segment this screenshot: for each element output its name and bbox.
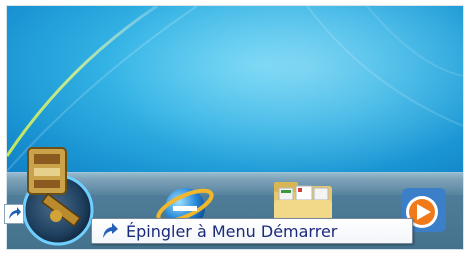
drag-tooltip: Épingler à Menu Démarrer xyxy=(91,218,413,244)
dragged-application-icon[interactable] xyxy=(8,140,100,248)
tooltip-label: Épingler à Menu Démarrer xyxy=(126,221,338,241)
shortcut-arrow-icon xyxy=(4,204,24,224)
pin-arrow-icon xyxy=(103,223,118,238)
